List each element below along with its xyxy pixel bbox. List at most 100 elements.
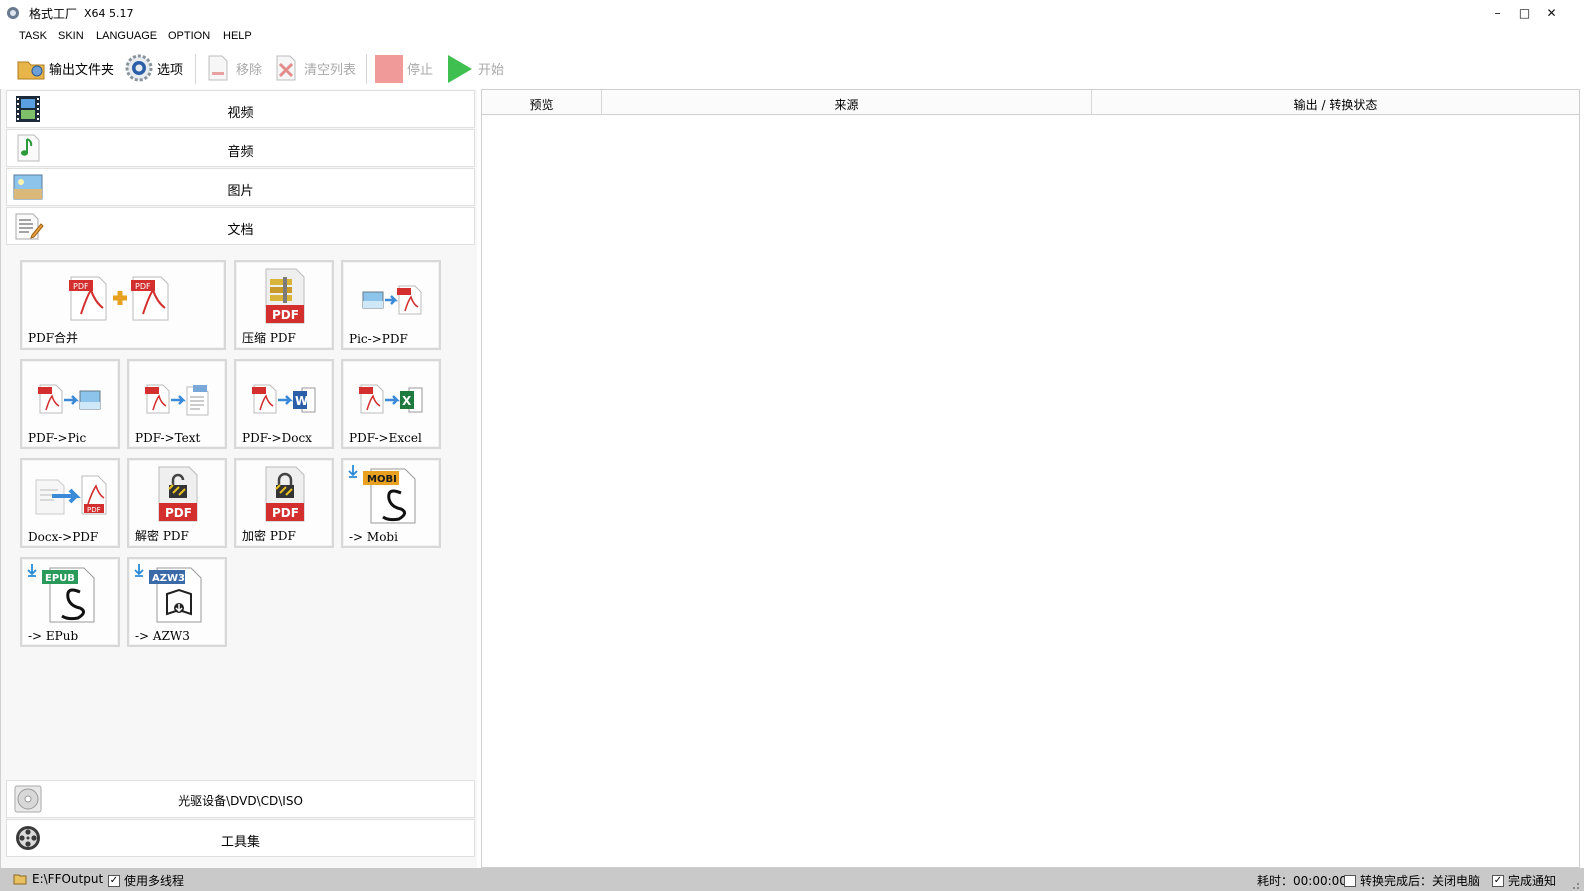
options-button[interactable]: 选项 [124,50,183,86]
tile-to-azw3-label: -> AZW3 [135,629,190,643]
play-icon [448,55,472,83]
tile-pdf-to-excel[interactable]: X PDF->Excel [341,359,441,449]
pic-to-pdf-icon [362,285,422,315]
pdf-to-pic-icon [38,384,101,414]
compress-pdf-icon: PDF [265,268,305,324]
tile-compress-pdf[interactable]: PDF 压缩 PDF [234,260,334,350]
output-path[interactable]: E:\FFOutput [13,872,103,886]
maximize-button[interactable]: □ [1511,0,1538,26]
category-disc-label: 光驱设备\DVD\CD\ISO [178,794,303,808]
category-disc[interactable]: 光驱设备\DVD\CD\ISO [6,780,475,818]
tile-pic-to-pdf[interactable]: Pic->PDF [341,260,441,350]
menu-help[interactable]: HELP [223,30,252,42]
folder-icon [17,61,45,80]
tile-encrypt-pdf[interactable]: PDF 加密 PDF [234,458,334,548]
after-done-option[interactable]: 转换完成后：关闭电脑 [1344,872,1480,889]
menu-language[interactable]: LANGUAGE [96,30,157,42]
tile-compress-pdf-label: 压缩 PDF [242,331,296,345]
notify-option[interactable]: ✓ 完成通知 [1492,872,1556,889]
start-label: 开始 [478,62,505,78]
output-folder-label: 输出文件夹 [49,62,115,78]
tile-pdf-to-excel-label: PDF->Excel [349,431,422,445]
azw3-ebook-icon: AZW3 [134,564,202,623]
tile-pdf-merge-label: PDF合并 [28,331,79,345]
stop-icon [375,55,403,83]
after-done-label: 转换完成后：关闭电脑 [1360,874,1481,888]
stop-label: 停止 [407,62,434,78]
column-header-output-status[interactable]: 输出 / 转换状态 [1092,90,1579,115]
notify-label: 完成通知 [1508,874,1557,888]
svg-text:PDF: PDF [135,282,151,291]
azw3-badge-text: AZW3 [152,573,185,584]
category-picture-label: 图片 [227,184,254,199]
toolbar-separator [366,54,367,84]
left-panel: 视频 音频 图片 文档 PDF PDF PDF合并 PDF 压缩 PDF Pic… [0,89,477,868]
category-audio-label: 音频 [227,145,254,160]
excel-badge-text: X [402,394,412,408]
unlock-pdf-icon: PDF [158,466,198,522]
stop-button[interactable]: 停止 [374,50,433,86]
gear-icon [125,54,153,82]
word-badge-text: W [295,394,308,408]
multithread-label: 使用多线程 [124,874,185,888]
pdf-badge-text: PDF [165,506,192,520]
output-folder-button[interactable]: 输出文件夹 [16,50,114,86]
tile-pdf-to-text-label: PDF->Text [135,431,201,445]
tile-pic-to-pdf-label: Pic->PDF [349,332,408,346]
menu-skin[interactable]: SKIN [58,30,84,42]
tile-pdf-to-pic-label: PDF->Pic [28,431,87,445]
toolbar: 输出文件夹 选项 移除 清空列表 停止 开始 [0,50,1584,86]
pdf-to-excel-icon: X [359,384,423,414]
svg-text:PDF: PDF [73,282,89,291]
menu-option[interactable]: OPTION [168,30,210,42]
elapsed-time-text: 耗时：00:00:00 [1257,874,1347,888]
window-title: 格式工厂 [29,7,78,21]
tile-to-azw3[interactable]: AZW3 -> AZW3 [127,557,227,647]
mobi-ebook-icon: MOBI [348,465,416,524]
tile-to-mobi-label: -> Mobi [349,530,398,544]
output-path-text: E:\FFOutput [32,872,104,886]
mobi-badge-text: MOBI [367,474,397,485]
column-header-preview[interactable]: 预览 [482,90,602,115]
notify-checkbox[interactable]: ✓ [1492,874,1504,887]
tile-docx-to-pdf[interactable]: PDF Docx->PDF [20,458,120,548]
multithread-checkbox[interactable]: ✓ [108,874,120,887]
folder-icon [13,874,27,885]
clear-list-button[interactable]: 清空列表 [271,50,356,86]
remove-button[interactable]: 移除 [203,50,262,86]
close-button[interactable]: ✕ [1538,0,1565,26]
pdf-merge-icon: PDF PDF [69,276,169,321]
resize-grip-icon[interactable] [1568,878,1580,890]
category-tools[interactable]: 工具集 [6,819,475,857]
multithread-option[interactable]: ✓ 使用多线程 [108,872,184,889]
pdf-badge-text: PDF [272,308,299,322]
tile-to-epub[interactable]: EPUB -> EPub [20,557,120,647]
app-logo-icon [7,7,19,19]
docx-to-pdf-icon: PDF [35,475,107,515]
tile-pdf-merge[interactable]: PDF PDF PDF合并 [20,260,226,350]
tile-pdf-to-pic[interactable]: PDF->Pic [20,359,120,449]
column-header-source[interactable]: 来源 [602,90,1092,115]
tile-pdf-to-docx-label: PDF->Docx [242,431,312,445]
remove-label: 移除 [236,62,263,78]
category-audio[interactable]: 音频 [6,129,475,167]
tile-decrypt-pdf-label: 解密 PDF [135,529,189,543]
after-done-checkbox[interactable] [1344,874,1356,887]
category-tools-label: 工具集 [220,835,260,850]
tile-pdf-to-text[interactable]: PDF->Text [127,359,227,449]
menu-task[interactable]: TASK [19,30,47,42]
minimize-button[interactable]: – [1484,0,1511,26]
category-document[interactable]: 文档 [6,207,475,245]
tile-to-mobi[interactable]: MOBI -> Mobi [341,458,441,548]
category-picture[interactable]: 图片 [6,168,475,206]
tile-to-epub-label: -> EPub [28,629,79,643]
menu-bar: TASK SKIN LANGUAGE OPTION HELP [0,28,1584,46]
tile-pdf-to-docx[interactable]: W PDF->Docx [234,359,334,449]
category-video[interactable]: 视频 [6,90,475,128]
epub-ebook-icon: EPUB [27,564,95,623]
toolbar-separator [195,54,196,84]
task-list-panel[interactable]: 预览 来源 输出 / 转换状态 [481,89,1580,868]
start-button[interactable]: 开始 [445,50,504,86]
pdf-badge-text: PDF [87,506,101,514]
tile-decrypt-pdf[interactable]: PDF 解密 PDF [127,458,227,548]
